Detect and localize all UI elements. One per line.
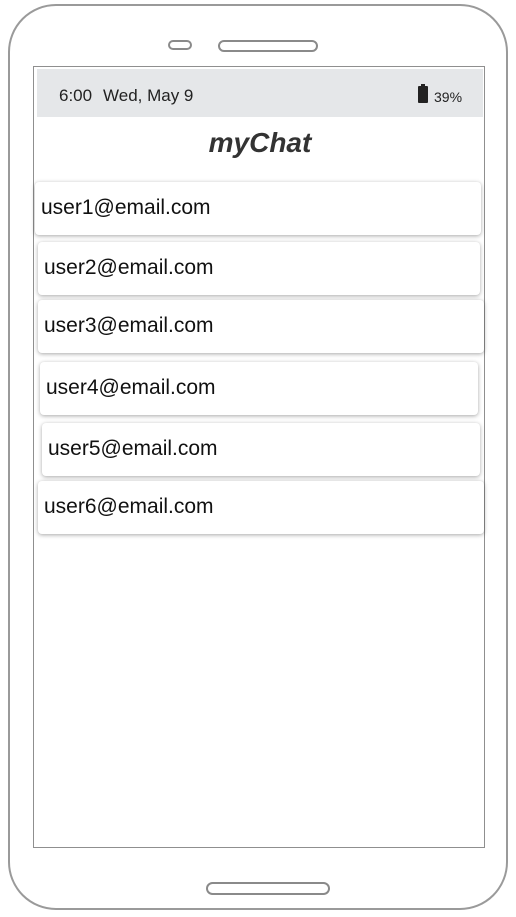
user-email: user6@email.com bbox=[44, 495, 214, 518]
user-list-item[interactable]: user5@email.com bbox=[42, 423, 480, 476]
user-list-item[interactable]: user2@email.com bbox=[38, 242, 480, 295]
speaker-grill bbox=[218, 40, 318, 52]
status-time: 6:00 bbox=[59, 86, 93, 105]
front-camera bbox=[168, 40, 192, 50]
app-title: myChat bbox=[208, 127, 312, 158]
user-email: user3@email.com bbox=[44, 314, 214, 337]
home-button[interactable] bbox=[206, 882, 330, 895]
user-email: user4@email.com bbox=[46, 376, 216, 399]
user-email: user1@email.com bbox=[41, 196, 211, 219]
status-bar: 6:00 Wed, May 9 39% bbox=[37, 69, 483, 117]
user-email: user2@email.com bbox=[44, 256, 214, 279]
status-date: Wed, May 9 bbox=[103, 86, 194, 105]
screen: 6:00 Wed, May 9 39% myChat user1@email.c… bbox=[33, 66, 485, 848]
user-list-item[interactable]: user4@email.com bbox=[40, 362, 478, 415]
battery-icon bbox=[418, 84, 428, 103]
user-list-item[interactable]: user3@email.com bbox=[38, 300, 484, 353]
user-list-item[interactable]: user6@email.com bbox=[38, 481, 484, 534]
battery-percent: 39% bbox=[434, 89, 463, 105]
user-list-item[interactable]: user1@email.com bbox=[35, 182, 481, 235]
user-email: user5@email.com bbox=[48, 437, 218, 460]
